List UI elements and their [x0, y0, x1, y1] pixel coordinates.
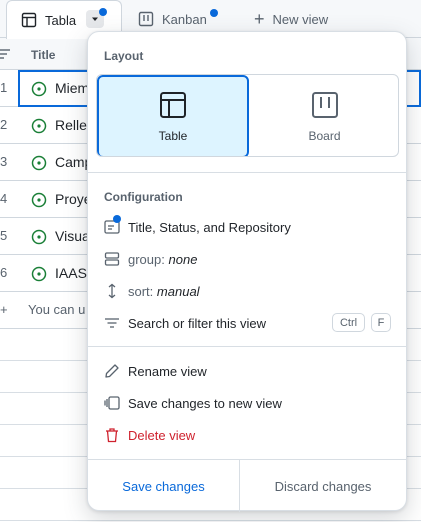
row-number: 1 [0, 80, 8, 95]
unsaved-indicator-dot [113, 215, 121, 223]
table-icon [21, 12, 37, 28]
save-to-new-view-item[interactable]: Save changes to new view [104, 387, 394, 419]
discard-changes-button[interactable]: Discard changes [239, 460, 406, 512]
board-layout-icon [311, 91, 339, 119]
tab-label: New view [272, 11, 329, 27]
sort-value: manual [156, 283, 200, 299]
fields-icon [104, 215, 121, 235]
table-layout-icon [159, 91, 187, 119]
triangle-down-icon [90, 14, 100, 24]
filter-icon [104, 315, 120, 331]
rename-label: Rename view [128, 363, 207, 379]
sort-lines-icon[interactable] [0, 48, 10, 60]
save-changes-button[interactable]: Save changes [88, 460, 239, 512]
row-title[interactable]: IAAS. [55, 265, 91, 281]
layout-switcher: Table Board [96, 74, 399, 157]
row-number: 5 [0, 228, 8, 243]
configuration-section-title: Configuration [104, 190, 183, 204]
row-title[interactable]: Visua [55, 228, 90, 244]
divider [88, 346, 406, 347]
issue-open-icon [31, 118, 47, 134]
row-title[interactable]: Miem [55, 80, 89, 96]
layout-option-board[interactable]: Board [249, 75, 398, 156]
filter-label: Search or filter this view [128, 315, 266, 331]
filter-view-item[interactable]: Search or filter this view Ctrl F [104, 307, 394, 339]
row-number: 3 [0, 154, 8, 169]
row-number: 6 [0, 265, 8, 280]
issue-open-icon [31, 266, 47, 282]
kbd-f: F [371, 313, 391, 332]
sort-prefix: sort: [128, 283, 154, 299]
group-value: none [168, 251, 198, 267]
divider [88, 172, 406, 173]
fields-label: Title, Status, and Repository [128, 219, 291, 235]
layout-option-label: Board [308, 128, 341, 143]
trash-icon [104, 427, 120, 443]
unsaved-indicator-dot [210, 9, 218, 17]
menu-footer: Save changes Discard changes [88, 459, 406, 512]
pencil-icon [104, 363, 120, 379]
issue-open-icon [31, 229, 47, 245]
plus-icon: + [254, 9, 265, 29]
layout-option-table[interactable]: Table [97, 75, 249, 156]
group-rows-icon [104, 251, 120, 267]
layout-section-title: Layout [104, 49, 144, 63]
kbd-ctrl: Ctrl [332, 313, 365, 332]
add-item-placeholder[interactable]: You can u [28, 302, 85, 317]
tab-label: Tabla [45, 12, 77, 28]
add-item-plus: + [0, 302, 8, 317]
delete-label: Delete view [128, 427, 196, 443]
tab-label: Kanban [162, 11, 207, 27]
rename-view-item[interactable]: Rename view [104, 355, 394, 387]
fields-config-item[interactable]: Title, Status, and Repository [104, 211, 394, 243]
row-title[interactable]: Relle [55, 117, 87, 133]
issue-open-icon [31, 155, 47, 171]
row-number: 2 [0, 117, 8, 132]
group-by-item[interactable]: group: none [104, 243, 394, 275]
issue-open-icon [31, 192, 47, 208]
delete-view-item[interactable]: Delete view [104, 419, 394, 451]
row-number: 4 [0, 191, 8, 206]
arrow-up-down-icon [104, 283, 120, 299]
column-header-title[interactable]: Title [31, 48, 55, 62]
sort-by-item[interactable]: sort: manual [104, 275, 394, 307]
unsaved-indicator-dot [99, 8, 107, 16]
copy-view-icon [104, 395, 120, 411]
board-icon [138, 11, 154, 27]
view-options-menu: Layout Table Board Configuration Title, … [87, 31, 407, 512]
save-new-label: Save changes to new view [128, 395, 282, 411]
issue-open-icon [31, 81, 47, 97]
layout-option-label: Table [158, 128, 188, 143]
group-prefix: group: [128, 251, 165, 267]
